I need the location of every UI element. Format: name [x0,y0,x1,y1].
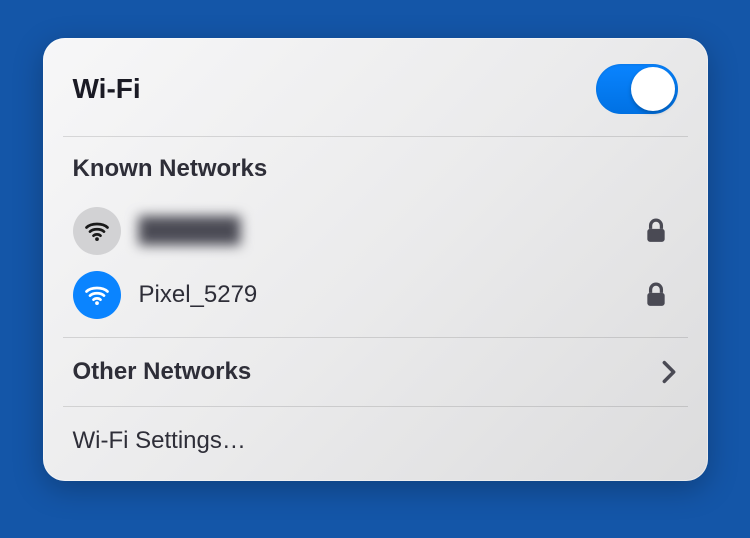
network-row[interactable]: ██████ [73,199,678,263]
wifi-settings-button[interactable]: Wi-Fi Settings… [43,407,708,481]
known-networks-section: Known Networks ██████ [43,137,708,337]
network-name: ██████ [139,217,622,245]
other-networks-label: Other Networks [73,358,252,386]
panel-title: Wi-Fi [73,73,141,105]
wifi-icon [73,207,121,255]
wifi-header: Wi-Fi [43,38,708,136]
other-networks-button[interactable]: Other Networks [43,338,708,406]
lock-icon [640,282,672,308]
wifi-settings-label: Wi-Fi Settings… [73,427,678,455]
network-name: Pixel_5279 [139,281,622,309]
wifi-toggle[interactable] [596,64,678,114]
wifi-panel: Wi-Fi Known Networks ██████ [43,38,708,481]
network-row[interactable]: Pixel_5279 [73,263,678,327]
wifi-icon [73,271,121,319]
chevron-right-icon [660,358,678,386]
known-networks-label: Known Networks [73,155,678,183]
toggle-knob [631,67,675,111]
lock-icon [640,218,672,244]
